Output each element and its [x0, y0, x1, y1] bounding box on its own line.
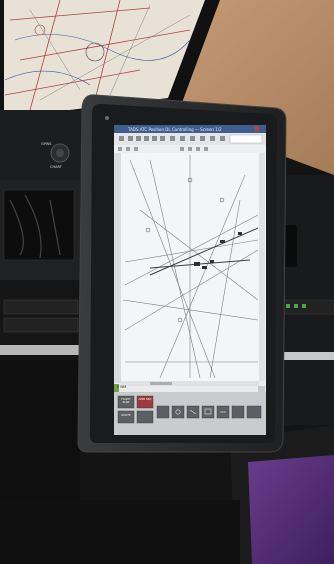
layer-toggle-icon[interactable] [118, 147, 122, 151]
function-button[interactable] [136, 410, 154, 424]
window-title: TADS ATC Position DL Controlling — Scree… [128, 127, 222, 132]
toolbar-tool-icon[interactable] [220, 136, 225, 141]
toolbar-tool-icon[interactable] [180, 136, 185, 141]
console-top-label: GPWS [41, 142, 52, 146]
left-console [0, 110, 88, 564]
flight-plan-button-label: FLIGHT PLAN [121, 398, 131, 404]
layer-toggle-icon[interactable] [180, 147, 184, 151]
route-button[interactable] [117, 410, 135, 424]
approach-sequence-button-label: APPR SEQ [138, 398, 152, 401]
toolbar-tool-icon[interactable] [144, 136, 149, 141]
toolbar-tool-icon[interactable] [170, 136, 175, 141]
toolbar-tool-icon[interactable] [128, 136, 133, 141]
toolbar-tool-icon[interactable] [160, 136, 165, 141]
layer-toggle-icon[interactable] [134, 147, 138, 151]
toolbar-tool-icon[interactable] [210, 136, 215, 141]
photo-scene: TADS ATC Position DL Controlling — Scree… [0, 0, 334, 564]
toolbar-tool-icon[interactable] [152, 136, 157, 141]
layer-toggle-icon[interactable] [204, 147, 208, 151]
layer-toggle-icon[interactable] [126, 147, 130, 151]
console-knob-label: CHART [50, 165, 62, 169]
function-button[interactable] [171, 405, 185, 419]
function-button[interactable] [201, 405, 215, 419]
desk-shadow [0, 500, 240, 564]
toolbar-tool-icon[interactable] [200, 136, 205, 141]
horizontal-scroll-thumb[interactable] [150, 382, 172, 385]
home-icon[interactable] [119, 136, 124, 141]
function-button[interactable] [156, 405, 170, 419]
toolbar-tool-icon[interactable] [136, 136, 141, 141]
route-button-label: ROUTE [121, 414, 131, 417]
left-side-panel [114, 153, 121, 383]
vertical-scrollbar[interactable] [259, 153, 265, 381]
layer-toggle-icon[interactable] [196, 147, 200, 151]
toolbar-tool-icon[interactable] [190, 136, 195, 141]
function-button[interactable] [231, 405, 245, 419]
search-input[interactable] [229, 134, 263, 144]
layer-toggle-icon[interactable] [188, 147, 192, 151]
function-button[interactable] [246, 405, 262, 419]
map-scale-label: 5 NM [117, 385, 127, 389]
scene-svg [0, 0, 334, 564]
